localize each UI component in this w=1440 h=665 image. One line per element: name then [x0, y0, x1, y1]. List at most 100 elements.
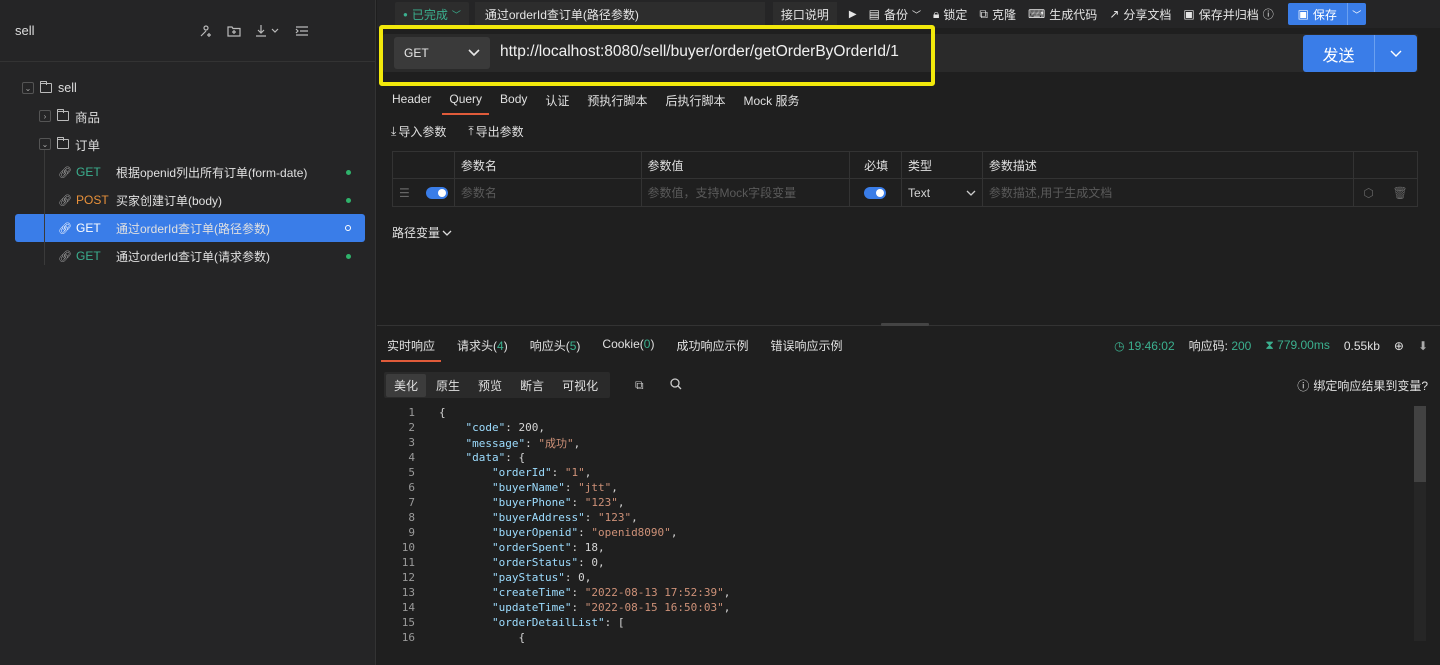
param-desc-input[interactable]: 参数描述,用于生成文档 — [983, 179, 1355, 206]
tab-error-example[interactable]: 错误响应示例 — [764, 334, 848, 362]
tree-api-item[interactable]: 🔗︎ POST 买家创建订单(body) — [15, 186, 365, 214]
api-method: GET — [76, 165, 101, 179]
format-raw[interactable]: 原生 — [428, 374, 468, 397]
code-icon: ⌨ — [1027, 7, 1046, 21]
format-tabs: 美化 原生 预览 断言 可视化 — [384, 372, 611, 398]
line-number: 16 — [401, 631, 415, 644]
save-icon: ▣ — [1297, 7, 1309, 21]
chevron-down-icon[interactable]: ⌄ — [39, 138, 51, 150]
header-cell-drag — [393, 152, 455, 178]
lock-icon: 🔒︎ — [932, 6, 940, 21]
resize-handle[interactable] — [881, 323, 929, 326]
tab-auth[interactable]: 认证 — [538, 88, 576, 115]
search-icon[interactable] — [669, 378, 682, 393]
chevron-down-icon[interactable] — [1375, 50, 1417, 58]
api-title-input[interactable]: 通过orderId查订单(路径参数) — [474, 2, 765, 26]
format-visualize[interactable]: 可视化 — [554, 374, 606, 397]
help-icon[interactable]: ⓘ — [1263, 6, 1274, 22]
tab-query[interactable]: Query — [442, 88, 490, 115]
tree-api-item[interactable]: 🔗︎ GET 根据openid列出所有订单(form-date) — [15, 158, 365, 186]
line-number: 3 — [408, 436, 415, 449]
tab-request-headers[interactable]: 请求头(4) — [451, 334, 514, 362]
new-folder-icon[interactable] — [226, 23, 242, 39]
response-code-view[interactable]: 1{2 "code": 200, 3 "message": "成功", 4 "dat… — [377, 405, 1417, 665]
chevron-down-icon[interactable]: ⌄ — [22, 82, 34, 94]
trash-icon[interactable]: 🗑︎ — [1392, 186, 1407, 200]
tab-header[interactable]: Header — [385, 88, 438, 115]
gen-code-button[interactable]: ⌨ 生成代码 — [1022, 2, 1103, 26]
bind-response-var[interactable]: ⓘ 绑定响应结果到变量? — [1297, 377, 1428, 394]
path-vars-toggle[interactable]: 路径变量 — [392, 224, 452, 241]
chevron-down-icon[interactable]: ﹀ — [1348, 8, 1366, 21]
format-assert[interactable]: 断言 — [512, 374, 552, 397]
line-number: 13 — [401, 586, 415, 599]
tree-api-item-active[interactable]: 🔗︎ GET 通过orderId查订单(路径参数) — [15, 214, 365, 242]
drag-handle-icon[interactable]: ☰ — [399, 186, 410, 200]
json-key: "buyerPhone" — [491, 496, 572, 509]
tab-success-example[interactable]: 成功响应示例 — [670, 334, 754, 362]
chevron-down-icon: ﹀ — [451, 9, 461, 20]
code-text: "buyerAddress": "123", — [491, 511, 638, 524]
archive-icon: ▣ — [1183, 7, 1195, 21]
format-preview[interactable]: 预览 — [470, 374, 510, 397]
tree-api-item[interactable]: 🔗︎ GET 通过orderId查订单(请求参数) — [15, 242, 365, 270]
collapse-all-icon[interactable] — [294, 23, 310, 39]
tab-response-headers[interactable]: 响应头(5) — [524, 334, 587, 362]
response-meta: ◷ 19:46:02 响应码: 200 ⧗ 779.00ms 0.55kb ⊕ … — [1114, 337, 1428, 354]
clone-button[interactable]: ⧉ 克隆 — [973, 2, 1022, 26]
backup-button[interactable]: ▤ 备份 ﹀ — [863, 2, 927, 26]
tab-body[interactable]: Body — [493, 88, 534, 115]
import-params-button[interactable]: ⤓ 导入参数 — [391, 123, 446, 140]
tree-folder-goods[interactable]: › 商品 — [0, 102, 375, 130]
code-line: 11 "orderStatus": 0, — [377, 555, 1417, 570]
api-doc-button[interactable]: 接口说明 — [772, 2, 837, 26]
line-number: 5 — [408, 466, 415, 479]
run-button[interactable]: ▶ — [843, 2, 863, 26]
save-archive-button[interactable]: ▣ 保存并归档 ⓘ — [1177, 2, 1279, 26]
download-icon[interactable]: ⬇ — [1418, 339, 1428, 353]
tab-label: 响应头 — [529, 339, 566, 353]
save-button-main[interactable]: ▣ 保存 — [1288, 3, 1348, 25]
url-input[interactable]: http://localhost:8080/sell/buyer/order/g… — [500, 43, 899, 61]
tree-root-sell[interactable]: ⌄ sell — [0, 74, 375, 102]
format-pretty[interactable]: 美化 — [386, 373, 427, 397]
lock-button[interactable]: 🔒︎ 锁定 — [927, 2, 973, 26]
chevron-right-icon[interactable]: › — [39, 110, 51, 122]
params-header-row: 参数名 参数值 必填 类型 参数描述 — [393, 152, 1417, 179]
json-string-value: "成功" — [538, 436, 574, 450]
send-button[interactable]: 发送 — [1303, 35, 1417, 72]
globe-icon[interactable]: ⊕ — [1394, 339, 1404, 353]
method-select[interactable]: GET — [394, 37, 490, 69]
tab-cookie[interactable]: Cookie(0) — [596, 334, 660, 362]
line-number: 12 — [401, 571, 415, 584]
line-number: 4 — [408, 451, 415, 464]
export-params-label: 导出参数 — [475, 125, 524, 139]
tab-pre-script[interactable]: 预执行脚本 — [580, 88, 654, 115]
method-value: GET — [404, 46, 429, 60]
run-status[interactable]: ● 已完成 ﹀ — [395, 2, 469, 26]
export-params-button[interactable]: ⤒ 导出参数 — [468, 123, 523, 140]
hourglass-icon: ⧗ — [1265, 338, 1274, 352]
tree-folder-orders[interactable]: ⌄ 订单 — [0, 130, 375, 158]
save-button[interactable]: ▣ 保存 ﹀ — [1287, 3, 1366, 25]
link-icon: 🔗︎ — [58, 250, 72, 263]
json-string-value: "2022-08-13 17:52:39" — [584, 586, 724, 599]
response-code-value: 200 — [1231, 339, 1252, 353]
code-line: 12 "payStatus": 0, — [377, 570, 1417, 585]
cube-icon[interactable]: ⬡ — [1363, 186, 1373, 200]
share-doc-button[interactable]: ↗ 分享文档 — [1103, 2, 1177, 26]
scrollbar[interactable] — [1414, 406, 1426, 482]
copy-icon[interactable]: ⧉ — [635, 378, 644, 393]
param-required-toggle[interactable] — [864, 186, 887, 199]
param-enable-toggle[interactable] — [425, 186, 448, 199]
tab-mock[interactable]: Mock 服务 — [736, 88, 806, 115]
tab-live-response[interactable]: 实时响应 — [381, 334, 442, 362]
send-label[interactable]: 发送 — [1303, 35, 1375, 72]
param-value-input[interactable]: 参数值，支持Mock字段变量 — [642, 179, 851, 206]
param-type-select[interactable]: Text — [902, 179, 983, 206]
new-api-icon[interactable] — [198, 23, 214, 39]
tab-post-script[interactable]: 后执行脚本 — [658, 88, 732, 115]
response-duration: ⧗ 779.00ms — [1265, 338, 1329, 353]
param-name-input[interactable]: 参数名 — [455, 179, 642, 206]
import-icon[interactable] — [254, 23, 282, 39]
